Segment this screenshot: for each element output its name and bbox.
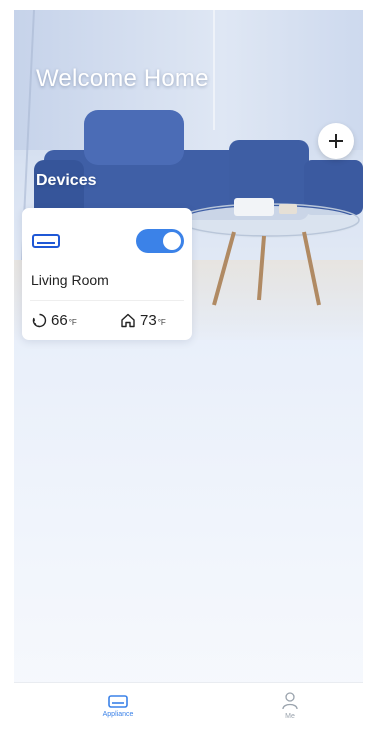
person-icon <box>282 692 298 710</box>
tab-appliance-label: Appliance <box>102 710 134 718</box>
indoor-temp-unit: °F <box>68 318 77 327</box>
device-card[interactable]: Living Room 66 °F 73 °F <box>22 208 192 340</box>
refresh-circle-icon <box>32 313 47 328</box>
tab-me-label: Me <box>285 713 295 720</box>
appliance-icon <box>108 694 128 708</box>
tab-appliance[interactable]: Appliance <box>68 683 168 728</box>
indoor-temperature: 66 °F <box>32 312 77 329</box>
toggle-knob <box>163 232 181 250</box>
add-device-button[interactable] <box>318 123 354 159</box>
target-temp-value: 73 <box>140 312 157 329</box>
app-screen: Welcome Home Devices Living Room 66 °F 7… <box>14 10 363 728</box>
target-temperature: 73 °F <box>120 312 166 329</box>
card-divider <box>30 300 184 301</box>
tab-me[interactable]: Me <box>240 683 340 728</box>
indoor-temp-value: 66 <box>51 312 68 329</box>
device-room-name: Living Room <box>31 272 109 288</box>
devices-section-label: Devices <box>36 172 97 189</box>
air-conditioner-icon <box>32 234 60 248</box>
page-title: Welcome Home <box>36 65 209 92</box>
plus-icon <box>329 134 343 148</box>
bottom-tab-bar: Appliance Me <box>14 682 363 728</box>
home-icon <box>121 313 135 328</box>
target-temp-unit: °F <box>157 318 166 327</box>
power-toggle[interactable] <box>136 229 184 253</box>
